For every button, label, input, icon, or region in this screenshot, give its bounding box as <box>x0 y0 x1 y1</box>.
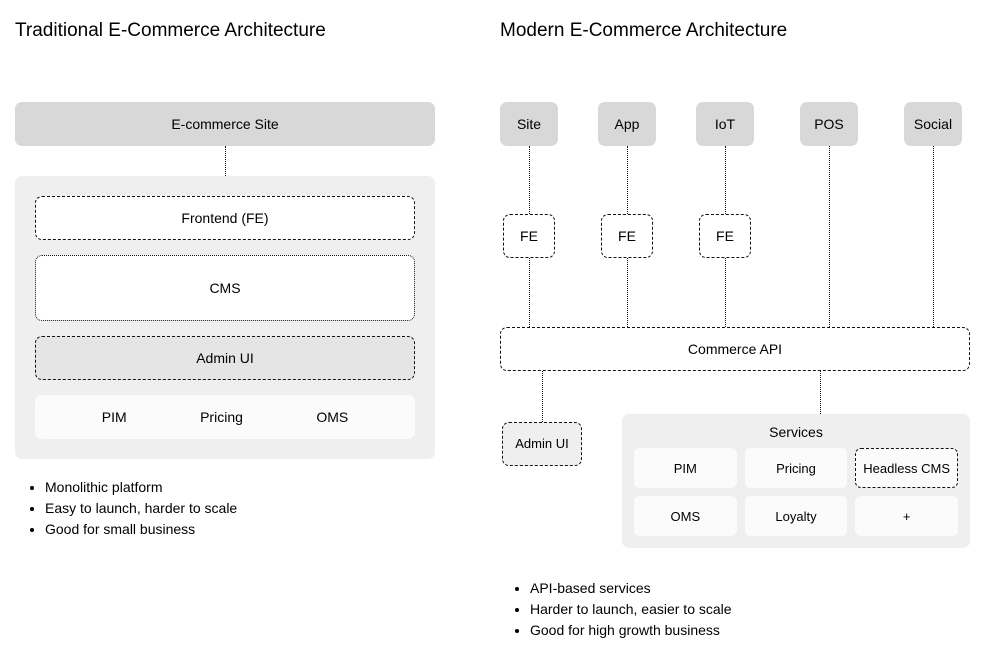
service-more: + <box>855 496 958 536</box>
frontend-box: Frontend (FE) <box>35 196 415 240</box>
channel-social: Social <box>904 102 962 146</box>
commerce-api-box: Commerce API <box>500 327 970 371</box>
modern-column: Modern E-Commerce Architecture Site App … <box>500 20 970 641</box>
fe-box-2: FE <box>601 214 653 258</box>
bullet-item: Monolithic platform <box>45 477 435 498</box>
services-title: Services <box>634 424 958 440</box>
connector-line <box>627 258 628 327</box>
connector-line <box>529 146 530 214</box>
service-headless-cms: Headless CMS <box>855 448 958 488</box>
channel-app: App <box>598 102 656 146</box>
services-row: PIM Pricing OMS <box>35 395 415 439</box>
service-pim: PIM <box>634 448 737 488</box>
traditional-title: Traditional E-Commerce Architecture <box>15 20 435 42</box>
connector-line <box>725 146 726 214</box>
modern-canvas: Site App IoT POS Social FE FE FE Commerc… <box>500 102 970 572</box>
connector-line <box>542 371 543 422</box>
service-oms: OMS <box>634 496 737 536</box>
admin-ui-box: Admin UI <box>35 336 415 380</box>
traditional-column: Traditional E-Commerce Architecture E-co… <box>15 20 435 641</box>
channel-pos: POS <box>800 102 858 146</box>
fe-box-3: FE <box>699 214 751 258</box>
connector-line <box>529 258 530 327</box>
service-loyalty: Loyalty <box>745 496 848 536</box>
cms-box: CMS <box>35 255 415 321</box>
modern-bullets: API-based services Harder to launch, eas… <box>500 578 970 641</box>
modern-title: Modern E-Commerce Architecture <box>500 20 970 42</box>
channel-iot: IoT <box>696 102 754 146</box>
connector-line <box>225 146 226 176</box>
monolith-container: Frontend (FE) CMS Admin UI PIM Pricing O… <box>15 176 435 459</box>
connector-line <box>725 258 726 327</box>
modern-admin-box: Admin UI <box>502 422 582 466</box>
fe-box-1: FE <box>503 214 555 258</box>
service-oms: OMS <box>316 409 348 425</box>
connector-line <box>829 146 830 327</box>
bullet-item: Harder to launch, easier to scale <box>530 599 970 620</box>
bullet-item: API-based services <box>530 578 970 599</box>
connector-line <box>627 146 628 214</box>
service-pricing: Pricing <box>200 409 243 425</box>
bullet-item: Good for small business <box>45 519 435 540</box>
bullet-item: Easy to launch, harder to scale <box>45 498 435 519</box>
ecommerce-site-box: E-commerce Site <box>15 102 435 146</box>
connector-line <box>933 146 934 327</box>
channel-site: Site <box>500 102 558 146</box>
service-pim: PIM <box>102 409 127 425</box>
traditional-bullets: Monolithic platform Easy to launch, hard… <box>15 477 435 540</box>
services-container: Services PIM Pricing Headless CMS OMS Lo… <box>622 414 970 548</box>
service-pricing: Pricing <box>745 448 848 488</box>
bullet-item: Good for high growth business <box>530 620 970 641</box>
